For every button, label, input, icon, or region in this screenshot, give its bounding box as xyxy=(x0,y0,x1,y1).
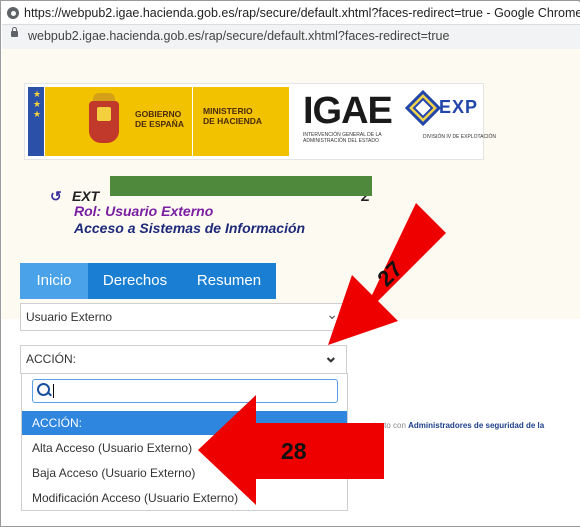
ministerio-logo: MINISTERIO DE HACIENDA xyxy=(193,87,289,156)
contact-admin-link[interactable]: Administradores de seguridad de la xyxy=(408,421,544,430)
gobierno-logo: GOBIERNO DE ESPAÑA xyxy=(45,87,192,156)
coat-of-arms-icon xyxy=(89,101,119,143)
dexp-emblem-icon xyxy=(405,90,441,126)
contact-text: ntacto con Administradores de seguridad … xyxy=(369,421,544,430)
lock-icon xyxy=(11,27,18,37)
access-subtitle: Acceso a Sistemas de Información xyxy=(74,220,306,236)
ministerio-line-1: MINISTERIO xyxy=(203,106,253,116)
user-name-prefix: EXT xyxy=(72,188,100,204)
user-type-select[interactable]: Usuario Externo ⌄ xyxy=(20,303,347,331)
tab-bar: Inicio Derechos Resumen xyxy=(20,263,276,299)
page-content: ★ ★ ★ GOBIERNO DE ESPAÑA MINISTERIO DE HAC… xyxy=(2,49,580,526)
search-icon xyxy=(37,383,50,396)
gobierno-line-1: GOBIERNO xyxy=(135,109,182,119)
chrome-icon xyxy=(7,7,19,19)
option-label: Baja Acceso (Usuario Externo) xyxy=(32,466,196,480)
dexp-logo-text: EXP xyxy=(439,97,479,117)
annotation-label-28: 28 xyxy=(281,438,307,464)
tab-resumen[interactable]: Resumen xyxy=(182,263,276,299)
dexp-subtitle: DIVISIÓN IV DE EXPLOTACIÓN xyxy=(423,134,496,140)
title-bar: https://webpub2.igae.hacienda.gob.es/rap… xyxy=(2,2,580,24)
url-text[interactable]: webpub2.igae.hacienda.gob.es/rap/secure/… xyxy=(28,29,449,43)
browser-window: https://webpub2.igae.hacienda.gob.es/rap… xyxy=(0,0,580,527)
tab-derechos[interactable]: Derechos xyxy=(88,263,182,299)
action-select[interactable]: ACCIÓN: ⌄ xyxy=(20,345,347,374)
action-select-value: ACCIÓN: xyxy=(26,352,77,366)
user-role: Rol: Usuario Externo xyxy=(74,203,214,219)
redaction-bar xyxy=(110,176,372,196)
option-label: Alta Acceso (Usuario Externo) xyxy=(32,441,193,455)
user-type-value: Usuario Externo xyxy=(26,310,113,324)
igae-subtitle: INTERVENCIÓN GENERAL DE LA ADMINISTRACIÓ… xyxy=(303,132,382,144)
ministerio-line-2: DE HACIENDA xyxy=(203,116,263,126)
address-bar[interactable]: webpub2.igae.hacienda.gob.es/rap/secure/… xyxy=(2,24,580,50)
eu-flag-logo: ★ ★ ★ xyxy=(28,87,44,156)
igae-logo-text: IGAE xyxy=(303,90,393,132)
logo-banner: ★ ★ ★ GOBIERNO DE ESPAÑA MINISTERIO DE HAC… xyxy=(24,83,496,160)
tab-inicio[interactable]: Inicio xyxy=(20,263,88,299)
logout-icon[interactable]: ↺ xyxy=(50,189,64,203)
text-caret xyxy=(53,384,54,398)
window-title: https://webpub2.igae.hacienda.gob.es/rap… xyxy=(24,6,580,20)
option-label: ACCIÓN: xyxy=(32,416,83,430)
gobierno-line-2: DE ESPAÑA xyxy=(135,119,184,129)
